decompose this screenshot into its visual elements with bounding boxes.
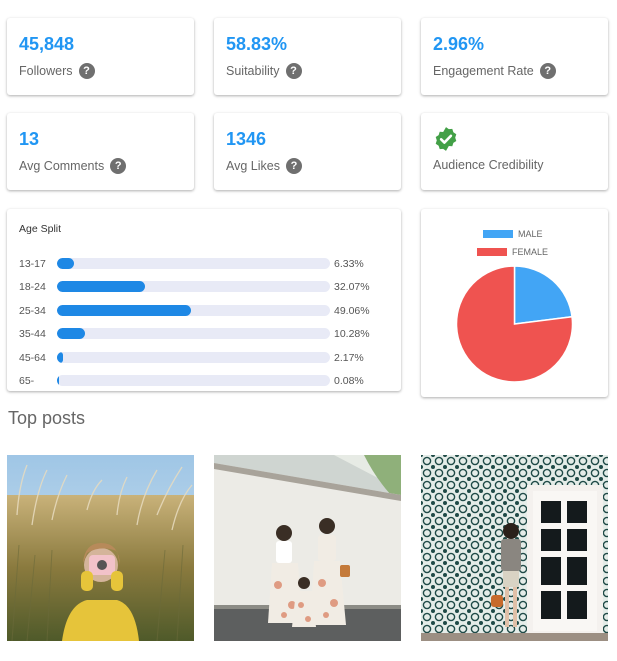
stat-card-audience-credibility: Audience Credibility (421, 113, 608, 190)
age-row-label: 45-64 (19, 351, 46, 364)
age-bar-track (57, 281, 330, 293)
avg-comments-value: 13 (19, 129, 40, 149)
engagement-rate-label-row: Engagement Rate ? (433, 63, 556, 79)
age-row-percent: 6.33% (334, 258, 364, 270)
engagement-rate-label: Engagement Rate (433, 64, 534, 78)
age-bar-track (57, 258, 330, 269)
age-row-percent: 32.07% (334, 281, 370, 294)
age-bar-fill (57, 281, 145, 293)
age-row-label: 25-34 (19, 304, 46, 317)
age-split-title: Age Split (19, 223, 62, 235)
avg-likes-label: Avg Likes (226, 159, 280, 173)
age-bar-fill (57, 328, 86, 340)
age-bar-fill (57, 304, 191, 316)
avg-likes-value: 1346 (226, 129, 267, 149)
age-row: 65- 0.08% (19, 374, 379, 388)
age-bar-fill (57, 258, 75, 269)
help-icon[interactable]: ? (110, 158, 127, 174)
top-post-2[interactable] (214, 455, 401, 641)
followers-label-row: Followers ? (19, 63, 95, 79)
top-post-3[interactable] (421, 455, 608, 641)
age-row: 45-64 2.17% (19, 351, 379, 365)
followers-value: 45,848 (19, 34, 75, 54)
pie-slice-male[interactable] (513, 265, 573, 325)
stat-card-followers: 45,848 Followers ? (7, 18, 194, 95)
age-row: 35-44 10.28% (19, 327, 379, 341)
help-icon[interactable]: ? (285, 63, 302, 79)
suitability-label: Suitability (226, 64, 280, 78)
followers-label: Followers (19, 64, 73, 78)
audience-credibility-label: Audience Credibility (433, 158, 544, 172)
stat-card-avg-comments: 13 Avg Comments ? (7, 113, 194, 190)
post-1-image (7, 455, 194, 641)
age-row-percent: 0.08% (334, 375, 364, 387)
top-posts-title: Top posts (8, 408, 86, 428)
age-row-label: 65- (19, 375, 35, 387)
post-2-image (214, 455, 401, 641)
age-row-label: 35-44 (19, 328, 46, 341)
avg-likes-label-row: Avg Likes ? (226, 158, 302, 174)
help-icon[interactable]: ? (539, 63, 556, 79)
suitability-value: 58.83% (226, 34, 288, 54)
age-row-label: 13-17 (19, 258, 46, 270)
age-bar-track (57, 351, 330, 363)
age-split-card: Age Split 13-17 6.33% 18-24 32.07% 25-34 49.0… (7, 209, 401, 391)
stat-card-avg-likes: 1346 Avg Likes ? (214, 113, 401, 190)
post-3-image (421, 455, 608, 641)
age-row-label: 18-24 (19, 281, 46, 294)
audience-credibility-label-row: Audience Credibility (433, 158, 543, 172)
age-row: 13-17 6.33% (19, 257, 379, 271)
age-row-percent: 49.06% (334, 304, 370, 317)
help-icon[interactable]: ? (285, 158, 302, 174)
age-bar-track (57, 375, 330, 386)
engagement-rate-value: 2.96% (433, 34, 485, 54)
avg-comments-label: Avg Comments (19, 159, 105, 173)
age-row-percent: 2.17% (334, 351, 364, 364)
age-bar-fill (57, 375, 59, 386)
suitability-label-row: Suitability ? (226, 63, 302, 79)
age-row-percent: 10.28% (334, 328, 370, 341)
age-row: 18-24 32.07% (19, 280, 379, 294)
age-bar-fill (57, 351, 63, 363)
gender-split-card: MALE FEMALE (421, 209, 608, 397)
age-bar-track (57, 304, 330, 316)
avg-comments-label-row: Avg Comments ? (19, 158, 127, 174)
age-bar-track (57, 328, 330, 340)
help-icon[interactable]: ? (78, 63, 95, 79)
verified-check-icon (435, 127, 457, 151)
age-row: 25-34 49.06% (19, 304, 379, 318)
top-post-1[interactable] (7, 455, 194, 641)
gender-pie-chart (455, 265, 574, 383)
stat-card-engagement-rate: 2.96% Engagement Rate ? (421, 18, 608, 95)
stat-card-suitability: 58.83% Suitability ? (214, 18, 401, 95)
